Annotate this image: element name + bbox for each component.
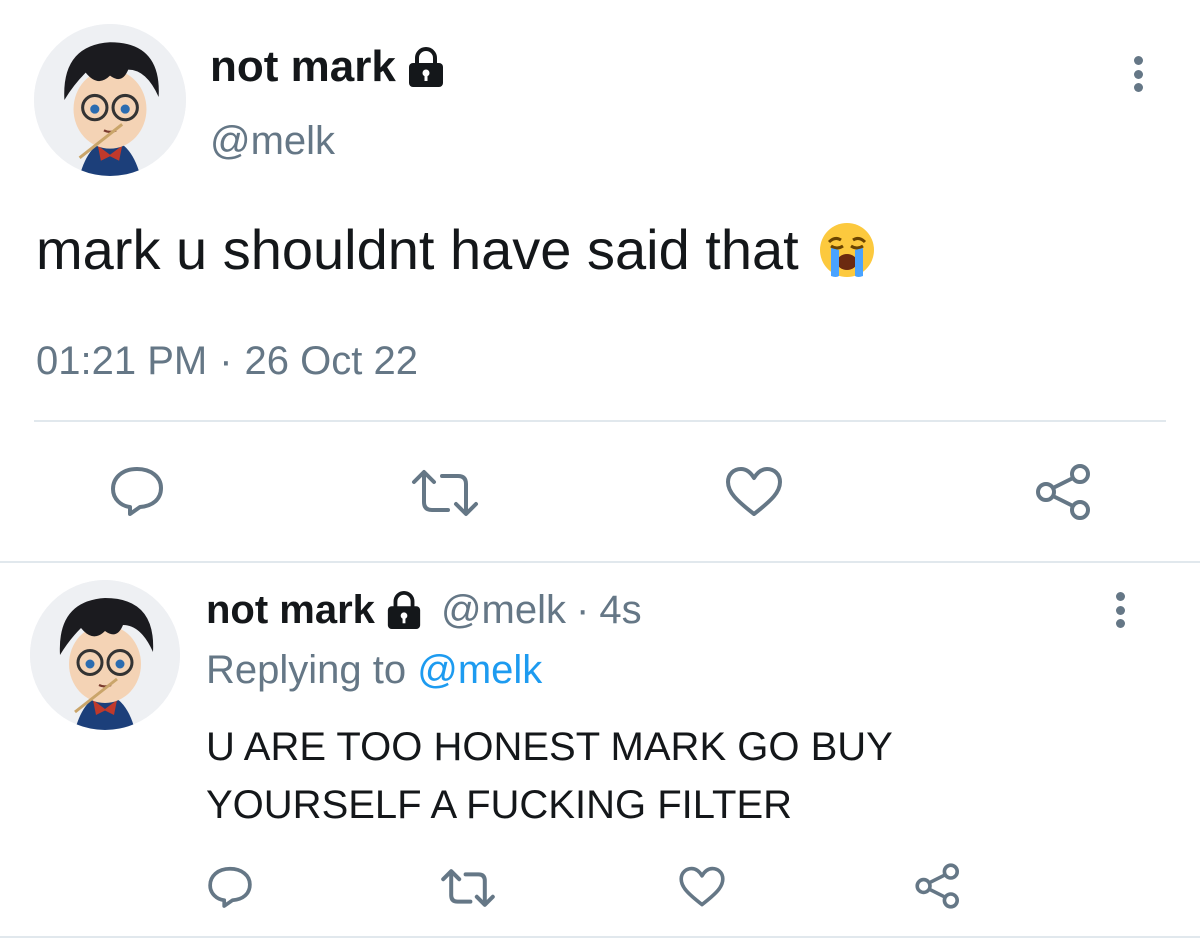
tweet-date[interactable]: 26 Oct 22 <box>245 338 418 384</box>
tweet-separator <box>0 561 1200 563</box>
avatar[interactable] <box>34 24 186 176</box>
retweet-icon[interactable] <box>410 468 480 518</box>
replying-to-label: Replying to <box>206 648 407 692</box>
tweet-time[interactable]: 01:21 PM <box>36 338 207 384</box>
tweet-age[interactable]: 4s <box>599 586 641 634</box>
bottom-divider <box>0 936 1200 938</box>
crying-emoji <box>817 220 877 280</box>
more-icon[interactable] <box>1113 592 1127 628</box>
reply-text-line: YOURSELF A FUCKING FILTER <box>206 783 793 827</box>
reply-icon[interactable] <box>108 464 166 518</box>
like-icon[interactable] <box>678 866 726 908</box>
like-icon[interactable] <box>724 466 784 518</box>
lock-icon <box>406 46 446 88</box>
avatar-image <box>30 580 180 730</box>
display-name[interactable]: not mark <box>206 586 375 634</box>
share-icon[interactable] <box>1034 462 1094 522</box>
reply-icon[interactable] <box>206 864 254 910</box>
handle[interactable]: @melk <box>210 118 335 164</box>
lock-icon <box>385 590 423 630</box>
replying-to-handle[interactable]: @melk <box>417 648 542 692</box>
more-icon[interactable] <box>1131 56 1145 92</box>
separator-dot: · <box>576 588 590 632</box>
tweet-text: mark u shouldnt have said that <box>36 218 799 281</box>
handle[interactable]: @melk <box>441 586 566 634</box>
share-icon[interactable] <box>914 862 962 910</box>
reply-text-line: U ARE TOO HONEST MARK GO BUY <box>206 725 893 769</box>
divider <box>34 420 1166 422</box>
reply-text: U ARE TOO HONEST MARK GO BUY YOURSELF A … <box>206 718 893 834</box>
avatar[interactable] <box>30 580 180 730</box>
retweet-icon[interactable] <box>440 868 496 908</box>
avatar-image <box>34 24 186 176</box>
separator-dot: · <box>219 339 233 383</box>
display-name[interactable]: not mark <box>210 42 396 92</box>
